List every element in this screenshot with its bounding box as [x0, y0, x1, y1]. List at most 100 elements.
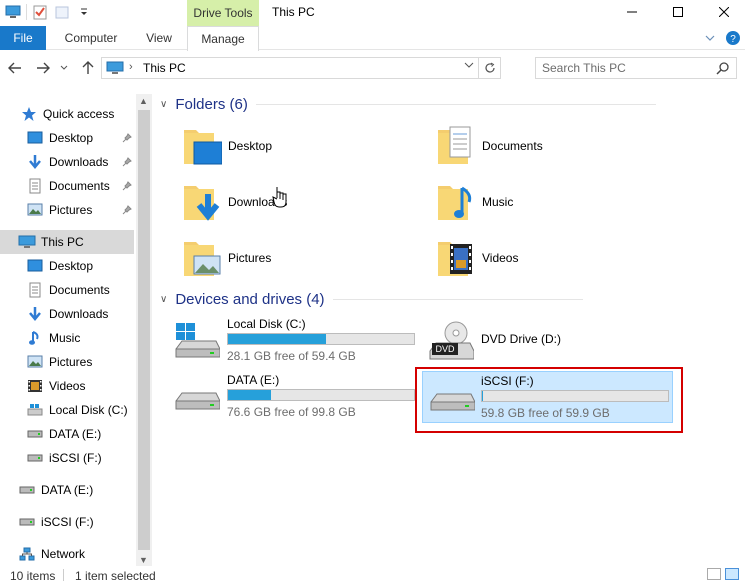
group-title: Devices and drives (4)	[175, 291, 325, 308]
details-view-icon[interactable]	[707, 568, 721, 580]
scroll-up-icon[interactable]: ▲	[139, 96, 148, 106]
refresh-button[interactable]	[478, 58, 500, 78]
documents-icon	[26, 281, 44, 299]
chevron-down-icon	[60, 65, 68, 70]
nav-label: Quick access	[43, 107, 115, 121]
recent-locations-button[interactable]	[58, 58, 70, 78]
nav-pc-pictures[interactable]: Pictures	[0, 350, 134, 374]
up-arrow-icon	[82, 61, 94, 74]
search-icon[interactable]	[716, 61, 730, 78]
selection-count: 1 item selected	[75, 569, 156, 582]
nav-pc-documents[interactable]: Documents	[0, 278, 134, 302]
nav-quick-pictures[interactable]: Pictures	[0, 198, 134, 222]
refresh-icon	[484, 62, 495, 73]
drive-name: Local Disk (C:)	[227, 317, 306, 331]
tab-computer[interactable]: Computer	[56, 26, 126, 50]
scroll-down-icon[interactable]: ▼	[139, 555, 148, 565]
quick-access-toolbar	[4, 3, 93, 21]
windows-drive-icon	[26, 401, 44, 419]
nav-iscsi-f[interactable]: iSCSI (F:)	[0, 510, 134, 534]
nav-data-e[interactable]: DATA (E:)	[0, 478, 134, 502]
this-pc-icon	[106, 61, 124, 78]
devices-group-header[interactable]: ∨ Devices and drives (4)	[160, 291, 583, 308]
drive-dvd-d[interactable]: DVD DVD Drive (D:)	[406, 315, 656, 367]
drive-data-e[interactable]: DATA (E:) 76.6 GB free of 99.8 GB	[152, 371, 415, 423]
new-folder-icon[interactable]	[53, 3, 71, 21]
tab-file[interactable]: File	[0, 26, 46, 50]
maximize-button[interactable]	[655, 0, 701, 24]
back-arrow-icon	[8, 62, 21, 74]
computer-icon[interactable]	[4, 3, 22, 21]
nav-label: DATA (E:)	[41, 483, 94, 497]
tab-view[interactable]: View	[136, 26, 182, 50]
nav-pc-iscsi-f[interactable]: iSCSI (F:)	[0, 446, 134, 470]
drive-icon	[174, 377, 221, 417]
search-box[interactable]	[535, 57, 737, 79]
large-icons-view-icon[interactable]	[725, 568, 739, 580]
up-button[interactable]	[78, 58, 98, 78]
nav-pc-music[interactable]: Music	[0, 326, 134, 350]
nav-label: Pictures	[49, 203, 93, 217]
nav-label: Network	[41, 547, 86, 561]
folder-desktop[interactable]: Desktop	[152, 121, 392, 171]
documents-folder-icon	[436, 124, 476, 168]
folder-documents[interactable]: Documents	[406, 121, 646, 171]
nav-pc-local-disk-c[interactable]: Local Disk (C:)	[0, 398, 134, 422]
pin-icon[interactable]	[122, 156, 132, 170]
breadcrumb[interactable]: This PC	[143, 61, 186, 75]
content-pane: ∨ Folders (6) Desktop Documents Download…	[152, 86, 745, 566]
dvd-drive-icon: DVD	[428, 321, 475, 361]
nav-label: Local Disk (C:)	[49, 403, 128, 417]
drive-local-disk-c[interactable]: Local Disk (C:) 28.1 GB free of 59.4 GB	[152, 315, 415, 367]
nav-pc-data-e[interactable]: DATA (E:)	[0, 422, 134, 446]
nav-label: DATA (E:)	[49, 427, 102, 441]
help-icon[interactable]: ?	[725, 30, 741, 46]
music-note-icon	[26, 329, 44, 347]
scroll-thumb[interactable]	[138, 110, 150, 550]
pin-icon[interactable]	[122, 180, 132, 194]
ribbon-controls: ?	[705, 30, 741, 46]
pin-icon[interactable]	[122, 204, 132, 218]
expand-ribbon-chevron-icon[interactable]	[705, 33, 715, 43]
folders-group-header[interactable]: ∨ Folders (6)	[160, 96, 656, 113]
folder-pictures[interactable]: Pictures	[152, 233, 392, 283]
tab-manage[interactable]: Manage	[187, 26, 259, 51]
drive-free-space: 76.6 GB free of 99.8 GB	[227, 405, 356, 419]
address-dropdown-icon[interactable]	[464, 61, 474, 72]
customize-toolbar-chevron-icon[interactable]	[75, 3, 93, 21]
nav-network[interactable]: Network	[0, 542, 134, 566]
nav-label: Videos	[49, 379, 86, 393]
drive-usage-fill	[228, 334, 327, 344]
drive-icon	[18, 513, 36, 531]
minimize-icon	[627, 11, 637, 13]
desktop-icon	[26, 257, 44, 275]
nav-label: Documents	[49, 179, 110, 193]
nav-quick-access[interactable]: Quick access	[0, 102, 134, 126]
address-bar[interactable]: › This PC	[101, 57, 501, 79]
nav-quick-downloads[interactable]: Downloads	[0, 150, 134, 174]
folder-videos[interactable]: Videos	[406, 233, 646, 283]
back-button[interactable]	[5, 58, 25, 78]
pin-icon[interactable]	[122, 132, 132, 146]
folder-music[interactable]: Music	[406, 177, 646, 227]
properties-icon[interactable]	[31, 3, 49, 21]
drive-usage-bar	[227, 333, 415, 345]
close-button[interactable]	[701, 0, 745, 24]
nav-scrollbar[interactable]: ▲ ▼	[136, 94, 152, 566]
collapse-chevron-icon[interactable]: ∨	[160, 294, 167, 305]
folder-label: Documents	[482, 139, 543, 153]
star-icon	[20, 105, 38, 123]
nav-pc-videos[interactable]: Videos	[0, 374, 134, 398]
nav-this-pc[interactable]: This PC	[0, 230, 134, 254]
search-input[interactable]	[536, 58, 706, 78]
collapse-chevron-icon[interactable]: ∨	[160, 99, 167, 110]
nav-pc-desktop[interactable]: Desktop	[0, 254, 134, 278]
nav-label: Desktop	[49, 131, 94, 145]
nav-quick-documents[interactable]: Documents	[0, 174, 134, 198]
nav-quick-desktop[interactable]: Desktop	[0, 126, 134, 150]
nav-pc-downloads[interactable]: Downloads	[0, 302, 134, 326]
minimize-button[interactable]	[609, 0, 655, 24]
breadcrumb-separator-icon[interactable]: ›	[129, 61, 133, 73]
forward-button[interactable]	[33, 58, 53, 78]
title-bar: Drive Tools This PC	[0, 0, 745, 26]
